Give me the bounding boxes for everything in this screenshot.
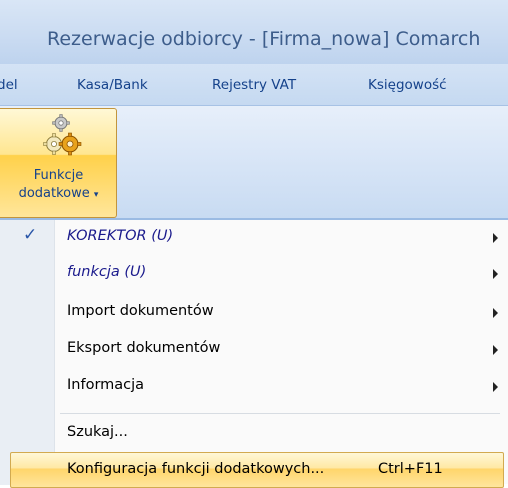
menu-item-eksport-dokumentow[interactable]: Eksport dokumentów (0, 332, 508, 368)
menu-separator (60, 413, 500, 414)
checkmark-icon: ✓ (23, 225, 38, 245)
menu-item-label: Konfiguracja funkcji dodatkowych... (67, 461, 325, 477)
menu-item-szukaj[interactable]: Szukaj... (0, 416, 508, 452)
submenu-arrow-icon (493, 382, 498, 392)
button-label-line2-text: dodatkowe (18, 186, 90, 201)
ribbon-panel: Funkcje dodatkowe ▾ (0, 106, 508, 219)
menu-item-label: Informacja (67, 377, 145, 393)
title-bar: Rezerwacje odbiorcy - [Firma_nowa] Comar… (0, 0, 508, 64)
funkcje-dodatkowe-button[interactable]: Funkcje dodatkowe ▾ (0, 108, 117, 218)
menu-item-import-dokumentow[interactable]: Import dokumentów (0, 295, 508, 331)
chevron-down-icon: ▾ (93, 190, 99, 200)
menu-bar: del Kasa/Bank Rejestry VAT Księgowość (0, 64, 508, 106)
menu-item-label: Szukaj... (67, 424, 128, 440)
menu-item-label: Import dokumentów (67, 303, 214, 319)
submenu-arrow-icon (493, 308, 498, 318)
button-label-line2: dodatkowe ▾ (0, 186, 117, 201)
window-title: Rezerwacje odbiorcy - [Firma_nowa] Comar… (47, 28, 481, 50)
tab-handel[interactable]: del (0, 77, 18, 93)
submenu-arrow-icon (493, 233, 498, 243)
menu-item-informacja[interactable]: Informacja (0, 369, 508, 405)
funkcje-dodatkowe-menu: ✓ KOREKTOR (U) funkcja (U) Import dokume… (0, 219, 508, 488)
submenu-arrow-icon (493, 345, 498, 355)
menu-item-label: funkcja (U) (67, 264, 147, 280)
tab-rejestry-vat[interactable]: Rejestry VAT (212, 77, 296, 93)
menu-item-korektor[interactable]: ✓ KOREKTOR (U) (0, 220, 508, 256)
menu-item-label: Eksport dokumentów (67, 340, 221, 356)
gears-icon (43, 114, 82, 156)
button-label-line1: Funkcje (33, 168, 84, 183)
tab-ksiegowosc[interactable]: Księgowość (368, 77, 447, 93)
menu-item-label: KOREKTOR (U) (67, 228, 174, 244)
menu-item-konfiguracja-funkcji-dodatkowych[interactable]: Konfiguracja funkcji dodatkowych... Ctrl… (10, 452, 504, 488)
menu-item-funkcja[interactable]: funkcja (U) (0, 256, 508, 292)
menu-item-shortcut: Ctrl+F11 (378, 461, 443, 477)
tab-kasa-bank[interactable]: Kasa/Bank (77, 77, 148, 93)
submenu-arrow-icon (493, 269, 498, 279)
